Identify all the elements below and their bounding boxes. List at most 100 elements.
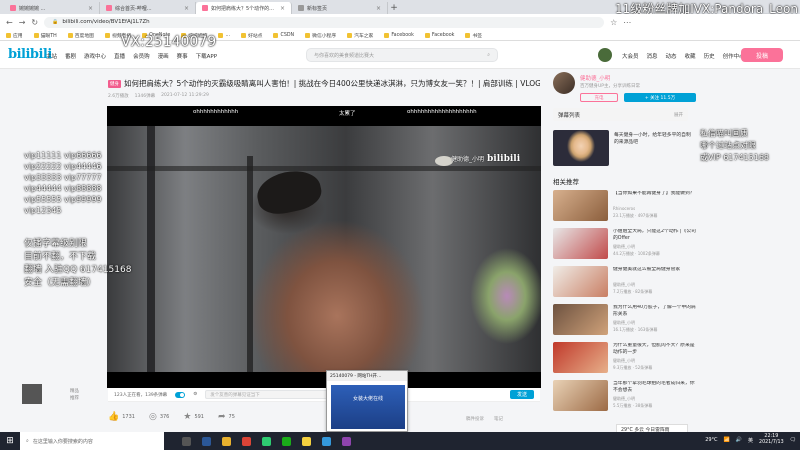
- nav-item[interactable]: 动态: [666, 52, 677, 60]
- related-uploader[interactable]: 健助德_小明: [613, 244, 635, 250]
- star-bookmark-icon[interactable]: ☆: [610, 18, 617, 27]
- close-icon[interactable]: ×: [184, 5, 189, 12]
- report-link[interactable]: 稿件投诉: [466, 416, 484, 422]
- related-title[interactable]: 为什么重量很大，但肌肉不大？原来是动作的一步: [613, 343, 697, 356]
- forward-icon[interactable]: →: [19, 18, 26, 27]
- related-title[interactable]: 小姐姐全大局，只能这2个动作 |《公司的Offer: [613, 229, 697, 242]
- like-button[interactable]: 👍 1731: [108, 412, 135, 422]
- search-input[interactable]: 与你喜欢的美食频道比赛大 ⌕: [306, 48, 498, 62]
- related-item[interactable]: 小姐姐全大局，只能这2个动作 |《公司的Offer 健助德_小明 44.2万播放…: [553, 228, 703, 260]
- nav-item[interactable]: 直播: [114, 52, 125, 60]
- video-player[interactable]: 健助德_小明 bilibili ohhhhhhhhhhhh 太累了 ohhhhhh…: [107, 106, 541, 388]
- expand-link[interactable]: 展开: [674, 112, 683, 118]
- nav-item[interactable]: 消息: [647, 52, 658, 60]
- browser-tab[interactable]: 新标签页 ×: [292, 2, 388, 14]
- browser-tab-active[interactable]: 如何把肩练大？5个动作的... ×: [196, 2, 292, 14]
- related-title[interactable]: 健身健美就这么被全局健身管家: [613, 267, 697, 280]
- related-thumbnail[interactable]: [553, 228, 608, 259]
- coin-button[interactable]: ◎ 376: [149, 412, 169, 422]
- upload-button[interactable]: 投稿: [741, 48, 783, 62]
- related-uploader[interactable]: 健助德_小明: [613, 320, 635, 326]
- bookmark-item[interactable]: 汽车之家: [347, 32, 373, 39]
- bookmark-item[interactable]: 猫眼TH: [34, 32, 57, 39]
- danmu-toggle[interactable]: [175, 391, 186, 398]
- related-title[interactable]: 我为什么用40万胶子，了解一个中的肩形关系: [613, 305, 697, 318]
- related-uploader[interactable]: Rhinoceros: [613, 206, 635, 211]
- featured-item[interactable]: 每天健身一小时，给年轻多平的自制的来源品吧: [553, 130, 693, 168]
- nav-item[interactable]: 历史: [704, 52, 715, 60]
- related-title[interactable]: 当年那个拿羽毛球拍的毛者成归来，你不会想去: [613, 381, 697, 394]
- uploader-name[interactable]: 健助德_小明: [580, 74, 610, 82]
- nav-item[interactable]: 主站: [46, 52, 57, 60]
- input-language[interactable]: 英: [748, 437, 753, 444]
- related-title[interactable]: 【当你如果不能再健身了】我能做到？: [613, 191, 697, 204]
- featured-title[interactable]: 每天健身一小时，给年轻多平的自制的来源品吧: [614, 132, 694, 146]
- app-icon[interactable]: [282, 436, 291, 446]
- nav-item[interactable]: 游戏中心: [84, 52, 106, 60]
- close-icon[interactable]: ×: [88, 5, 93, 12]
- search-icon[interactable]: ⌕: [487, 52, 490, 58]
- extensions-icon[interactable]: ⋯: [623, 18, 631, 27]
- bookmark-item[interactable]: 好站点: [241, 32, 262, 39]
- reload-icon[interactable]: ↻: [31, 18, 38, 27]
- uploader-avatar[interactable]: [553, 72, 575, 94]
- bookmark-item[interactable]: 百度地图: [68, 32, 94, 39]
- category-tag[interactable]: 健身: [108, 80, 121, 88]
- bookmark-item[interactable]: 应用: [6, 32, 23, 39]
- follow-button[interactable]: + 关注 11.5万: [624, 93, 696, 102]
- taskbar-preview-popup[interactable]: 25140079 - 网站TH开... 女装大佬在线: [326, 370, 408, 432]
- related-uploader[interactable]: 健助德_小明: [613, 282, 635, 288]
- favorite-button[interactable]: ★ 591: [183, 412, 204, 422]
- nav-item[interactable]: 下载APP: [196, 52, 217, 60]
- featured-thumbnail[interactable]: [553, 130, 609, 166]
- taskbar-search-input[interactable]: ⌕ 在这里输入你要搜索的内容: [20, 432, 164, 450]
- bookmark-item[interactable]: Facebook: [425, 33, 455, 38]
- related-thumbnail[interactable]: [553, 266, 608, 297]
- related-item[interactable]: 健身健美就这么被全局健身管家 健助德_小明 7.2万播放 · 82条弹幕: [553, 266, 703, 298]
- related-thumbnail[interactable]: [553, 190, 608, 221]
- related-uploader[interactable]: 健助德_小明: [613, 358, 635, 364]
- send-button[interactable]: 发送: [510, 390, 534, 399]
- chrome-icon[interactable]: [242, 436, 251, 446]
- bookmark-item[interactable]: Facebook: [384, 33, 414, 38]
- browser-tab[interactable]: 婉婉婉婉 ... ×: [4, 2, 100, 14]
- volume-icon[interactable]: 🔊: [736, 437, 742, 443]
- close-icon[interactable]: ×: [376, 5, 381, 12]
- nav-item[interactable]: 收藏: [685, 52, 696, 60]
- url-input[interactable]: 🔒 bilibili.com/video/BV1EfAj1L7Zh: [44, 16, 605, 28]
- danmu-list-toggle[interactable]: 弹幕列表 展开: [553, 108, 688, 121]
- close-icon[interactable]: ×: [280, 5, 285, 12]
- related-item[interactable]: 为什么重量很大，但肌肉不大？原来是动作的一步 健助德_小明 9.3万播放 · 5…: [553, 342, 703, 374]
- nav-item[interactable]: 番剧: [65, 52, 76, 60]
- bookmark-item[interactable]: 微信小程序: [305, 32, 336, 39]
- danmu-settings-icon[interactable]: ⚙: [193, 392, 197, 397]
- anchor-thumbnail[interactable]: [22, 384, 42, 404]
- video-frame[interactable]: 健助德_小明 bilibili: [107, 126, 541, 372]
- nav-item[interactable]: 大会员: [622, 52, 639, 60]
- wechat-icon[interactable]: [262, 436, 271, 446]
- related-item[interactable]: 【当你如果不能再健身了】我能做到？ Rhinoceros 23.1万播放 · 4…: [553, 190, 703, 222]
- popup-thumbnail[interactable]: 女装大佬在线: [331, 385, 405, 429]
- notification-icon[interactable]: 🗨: [790, 437, 796, 443]
- new-tab-button[interactable]: +: [388, 2, 400, 14]
- charge-button[interactable]: 充电: [580, 93, 618, 102]
- task-view-icon[interactable]: [182, 436, 191, 446]
- network-icon[interactable]: 📶: [724, 437, 730, 443]
- windows-start-icon[interactable]: ⊞: [0, 432, 20, 450]
- related-item[interactable]: 当年那个拿羽毛球拍的毛者成归来，你不会想去 健助德_小明 5.5万播放 · 38…: [553, 380, 703, 412]
- app-icon[interactable]: [342, 436, 351, 446]
- edge-icon[interactable]: [202, 436, 211, 446]
- related-item[interactable]: 我为什么用40万胶子，了解一个中的肩形关系 健助德_小明 16.1万播放 · 1…: [553, 304, 703, 336]
- related-thumbnail[interactable]: [553, 304, 608, 335]
- nav-item[interactable]: 会员购: [133, 52, 150, 60]
- folder-icon[interactable]: [302, 436, 311, 446]
- nav-item[interactable]: 赛事: [177, 52, 188, 60]
- file-explorer-icon[interactable]: [222, 436, 231, 446]
- related-thumbnail[interactable]: [553, 380, 608, 411]
- back-icon[interactable]: ←: [6, 18, 13, 27]
- avatar[interactable]: [598, 48, 612, 62]
- bookmark-item[interactable]: CSDN: [273, 33, 294, 38]
- bookmark-item[interactable]: 书签: [465, 32, 482, 39]
- notes-link[interactable]: 笔记: [494, 416, 503, 422]
- browser-tab[interactable]: 综合首页-哔哩... ×: [100, 2, 196, 14]
